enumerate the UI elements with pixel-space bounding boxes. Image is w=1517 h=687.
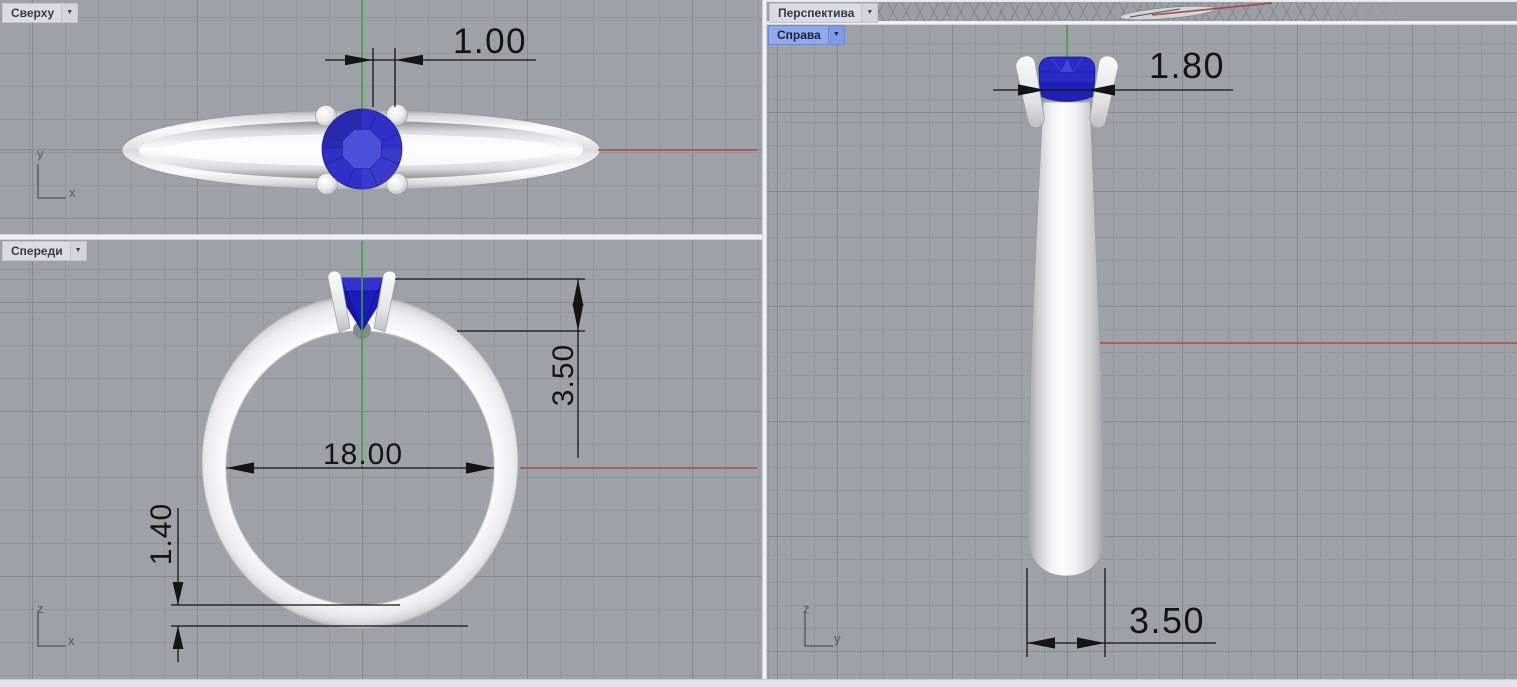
perspective-ring-sliver (1120, 3, 1272, 23)
chevron-down-icon[interactable]: ▼ (61, 3, 78, 23)
viewport-tab-right-label[interactable]: Справа (768, 25, 828, 45)
axis-label-right-horizontal: y (834, 632, 841, 645)
dimension-text-band-thickness[interactable]: 1.40 (145, 502, 179, 566)
viewport-tab-perspective[interactable]: Перспектива ▼ (769, 3, 878, 23)
axis-indicator-top (38, 164, 66, 198)
axis-indicator-front (38, 611, 66, 646)
viewport-tab-front[interactable]: Спереди ▼ (2, 241, 87, 261)
viewport-tab-top-label[interactable]: Сверху (2, 3, 61, 23)
viewport-tab-perspective-label[interactable]: Перспектива (769, 3, 861, 23)
chevron-down-icon[interactable]: ▼ (828, 25, 845, 45)
dimension-text-top-width[interactable]: 1.00 (420, 22, 560, 62)
chevron-down-icon[interactable]: ▼ (70, 241, 87, 261)
ring-band-right-view[interactable] (1028, 102, 1105, 576)
axis-label-front-vertical: z (37, 602, 44, 615)
axis-label-right-vertical: z (803, 602, 810, 615)
gem-right-view[interactable] (1039, 57, 1095, 102)
chevron-down-icon[interactable]: ▼ (861, 3, 878, 23)
top-view-group (38, 0, 757, 198)
scene-geometry (0, 0, 1517, 687)
axis-indicator-right (805, 611, 833, 646)
dimension-text-head-height[interactable]: 3.50 (547, 343, 581, 407)
dimension-text-stone-width[interactable]: 1.80 (1117, 45, 1257, 87)
dimension-text-inner-diameter[interactable]: 18.00 (293, 438, 433, 472)
axis-label-top-vertical: y (37, 147, 44, 160)
axis-label-top-horizontal: x (69, 186, 76, 199)
axis-label-front-horizontal: x (68, 634, 75, 647)
viewport-tab-top[interactable]: Сверху ▼ (2, 3, 78, 23)
dimension-text-band-width[interactable]: 3.50 (1097, 600, 1237, 642)
viewport-tab-front-label[interactable]: Спереди (2, 241, 70, 261)
viewport-tab-right[interactable]: Справа ▼ (768, 25, 845, 45)
dimension-1-40[interactable] (171, 508, 468, 662)
gem-top-view[interactable] (322, 109, 402, 189)
right-view-group (805, 25, 1517, 657)
cad-workspace: Сверху ▼ Спереди ▼ Перспектива ▼ Справа … (0, 0, 1517, 687)
